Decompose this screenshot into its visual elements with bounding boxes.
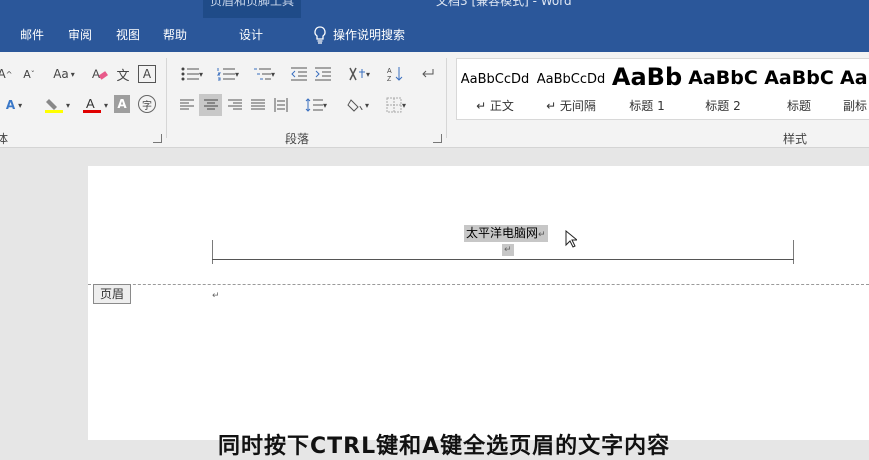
paragraph-mark: ↵	[212, 291, 220, 301]
style-title[interactable]: AaBbC 标题	[761, 59, 837, 119]
style-name: ↵ 正文	[476, 99, 514, 113]
style-subtitle[interactable]: AaBb 副标	[837, 59, 869, 119]
svg-text:A: A	[92, 67, 100, 81]
borders-icon[interactable]: ▾	[380, 94, 412, 116]
header-border-line	[212, 259, 794, 260]
ribbon: A ^ Aˇ Aa ▾ A 文 A A ▾ ▾ A ▾ A 字 体 ▾ ▾ ▾ ▾ AZ	[0, 52, 869, 148]
paragraph-group-label: 段落	[285, 132, 310, 146]
style-normal[interactable]: AaBbCcDd ↵ 正文	[457, 59, 533, 119]
justify-icon[interactable]	[247, 94, 269, 116]
tell-me-label: 操作说明搜索	[333, 28, 406, 42]
bullets-icon[interactable]: ▾	[176, 63, 208, 85]
paragraph-dialog-launcher-icon[interactable]	[433, 134, 442, 143]
group-separator	[166, 58, 167, 138]
grow-font-icon[interactable]: A ^	[0, 63, 14, 85]
show-marks-icon[interactable]	[416, 63, 438, 85]
decrease-indent-icon[interactable]	[288, 63, 310, 85]
title-bar	[0, 0, 869, 18]
align-right-icon[interactable]	[224, 94, 246, 116]
style-sample: AaBb	[611, 63, 683, 91]
style-name: 副标	[843, 99, 868, 113]
style-name: 标题 1	[629, 99, 665, 113]
margin-corner-mark	[793, 240, 794, 264]
tab-mailings[interactable]: 邮件	[20, 18, 44, 52]
style-name: ↵ 无间隔	[546, 99, 596, 113]
svg-text:A: A	[387, 68, 392, 75]
distributed-icon[interactable]	[270, 94, 292, 116]
enclose-char-icon[interactable]: 字	[138, 95, 156, 113]
multilevel-list-icon[interactable]: ▾	[248, 63, 280, 85]
shading-icon[interactable]: ▾	[342, 94, 374, 116]
ribbon-tab-bar: 邮件 审阅 视图 帮助 设计	[0, 18, 869, 52]
tab-review[interactable]: 审阅	[68, 18, 92, 52]
style-no-spacing[interactable]: AaBbCcDd ↵ 无间隔	[533, 59, 609, 119]
svg-text:Z: Z	[387, 76, 392, 82]
tab-design[interactable]: 设计	[239, 18, 263, 52]
style-heading-2[interactable]: AaBbC 标题 2	[685, 59, 761, 119]
tab-help[interactable]: 帮助	[163, 18, 187, 52]
align-center-icon[interactable]	[199, 94, 222, 116]
style-name: 标题 2	[705, 99, 741, 113]
styles-gallery: AaBbCcDd ↵ 正文 AaBbCcDd ↵ 无间隔 AaBb 标题 1 A…	[456, 58, 869, 120]
contextual-group-label: 页眉和页脚工具	[209, 0, 294, 8]
style-heading-1[interactable]: AaBb 标题 1	[609, 59, 685, 119]
font-color-icon[interactable]: A ▾	[78, 94, 112, 116]
document-canvas: 太平洋电脑网↵ ↵ 页眉 ↵ 同时按下CTRL键和A键全选页眉的文字内容	[0, 148, 869, 459]
tab-view[interactable]: 视图	[116, 18, 140, 52]
chinese-layout-icon[interactable]: ▾	[343, 63, 375, 85]
document-page[interactable]: 太平洋电脑网↵ ↵ 页眉 ↵	[88, 166, 869, 440]
tell-me-search[interactable]: 操作说明搜索	[313, 18, 405, 52]
text-effects-icon[interactable]: A ▾	[0, 94, 32, 116]
font-group-label: 体	[0, 132, 9, 146]
svg-text:A: A	[86, 96, 95, 111]
align-left-icon[interactable]	[176, 94, 198, 116]
header-tag: 页眉	[93, 284, 132, 304]
line-spacing-icon[interactable]: ▾	[300, 94, 332, 116]
tutorial-caption: 同时按下CTRL键和A键全选页眉的文字内容	[218, 434, 671, 459]
margin-corner-mark	[212, 240, 213, 264]
header-text-selected[interactable]: 太平洋电脑网↵	[464, 225, 548, 242]
char-shading-icon[interactable]: A	[114, 95, 130, 113]
document-title: 文档3 [兼容模式] - Word	[436, 0, 572, 8]
char-border-icon[interactable]: A	[138, 65, 156, 83]
style-sample: AaBbC	[688, 67, 758, 89]
sort-icon[interactable]: AZ	[385, 63, 407, 85]
phonetic-guide-icon[interactable]: 文	[113, 63, 133, 85]
clear-format-icon[interactable]: A	[90, 63, 110, 85]
paragraph-mark: ↵	[538, 230, 546, 240]
font-dialog-launcher-icon[interactable]	[153, 134, 162, 143]
header-text: 太平洋电脑网	[466, 226, 539, 240]
lightbulb-icon	[314, 26, 326, 44]
header-boundary	[88, 284, 869, 285]
style-name: 标题	[786, 99, 811, 113]
styles-group-label: 样式	[783, 132, 808, 146]
highlight-icon[interactable]: ▾	[40, 94, 74, 116]
paragraph-mark: ↵	[502, 244, 514, 256]
style-sample: AaBb	[840, 67, 869, 89]
shrink-font-icon[interactable]: Aˇ	[20, 63, 38, 85]
increase-indent-icon[interactable]	[312, 63, 334, 85]
mouse-cursor-icon	[565, 230, 577, 248]
style-sample: AaBbCcDd	[460, 72, 530, 87]
style-sample: AaBbCcDd	[536, 72, 606, 87]
change-case-icon[interactable]: Aa ▾	[50, 63, 78, 85]
numbering-icon[interactable]: ▾	[212, 63, 244, 85]
group-separator	[446, 58, 447, 138]
style-sample: AaBbC	[764, 67, 834, 89]
